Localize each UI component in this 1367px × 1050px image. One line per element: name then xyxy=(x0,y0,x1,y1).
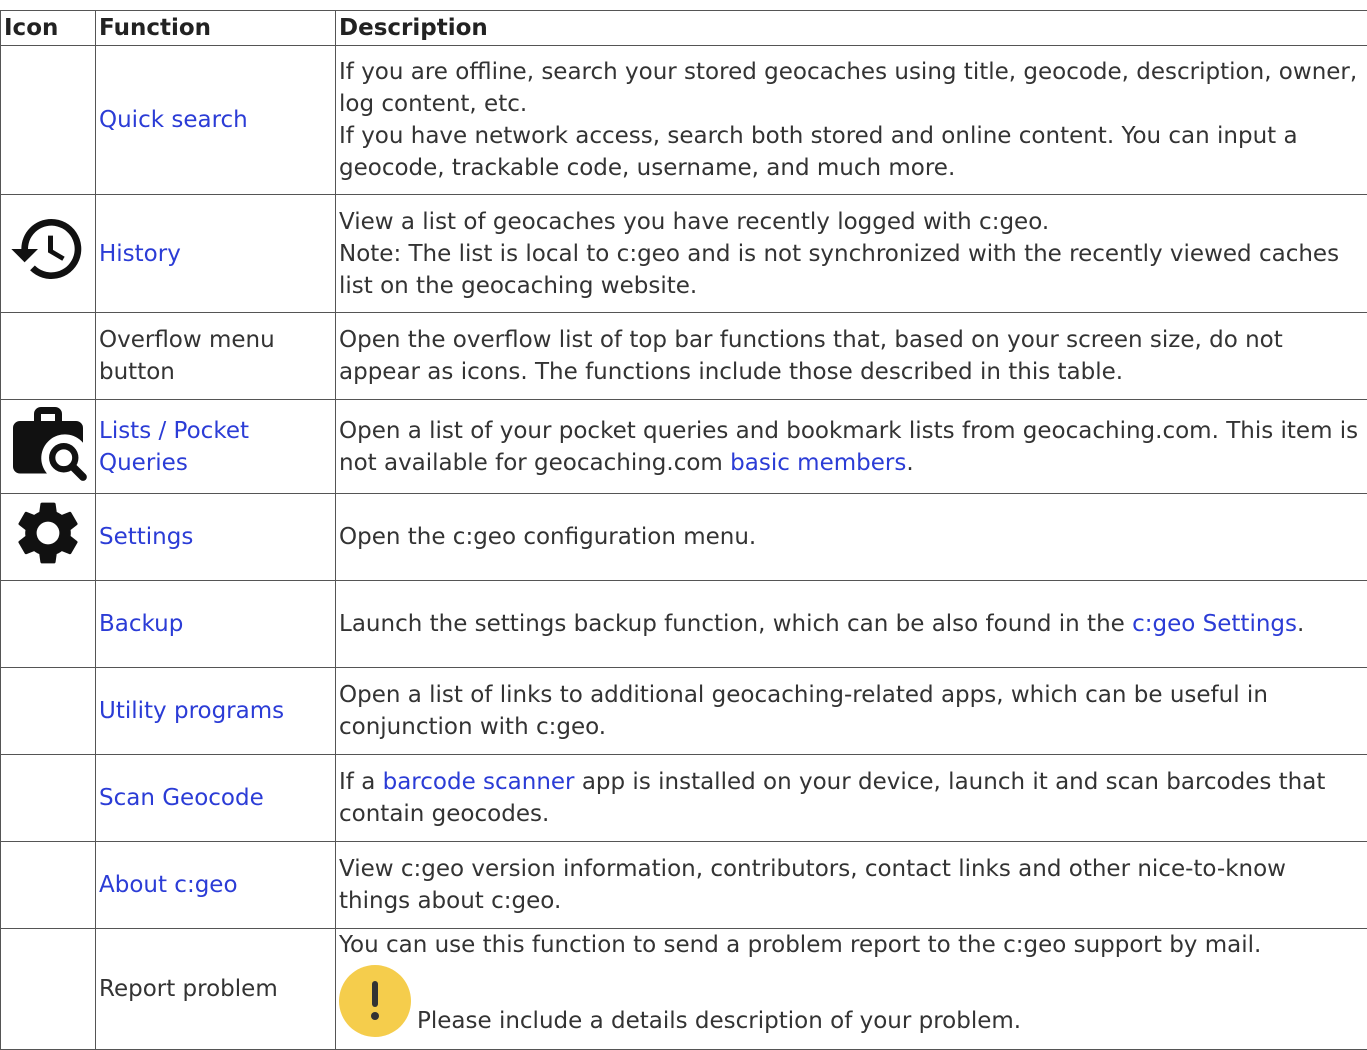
description-line: Note: The list is local to c:geo and is … xyxy=(339,238,1364,302)
icon-cell xyxy=(1,46,96,195)
function-cell: Backup xyxy=(96,581,336,668)
description-text: Launch the settings backup function, whi… xyxy=(339,611,1132,637)
function-cell: Quick search xyxy=(96,46,336,195)
table-row: Scan Geocode If a barcode scanner app is… xyxy=(1,755,1367,842)
functions-table: Icon Function Description Quick search I… xyxy=(0,10,1367,1050)
description-cell: Open the overflow list of top bar functi… xyxy=(336,313,1367,400)
table-row: Report problem You can use this function… xyxy=(1,929,1367,1050)
icon-cell xyxy=(1,400,96,494)
history-link[interactable]: History xyxy=(99,241,181,267)
description-text: . xyxy=(1297,611,1304,637)
function-cell: Scan Geocode xyxy=(96,755,336,842)
icon-cell xyxy=(1,581,96,668)
header-function: Function xyxy=(96,11,336,46)
icon-cell xyxy=(1,668,96,755)
icon-cell xyxy=(1,494,96,581)
function-cell: Utility programs xyxy=(96,668,336,755)
description-cell: Open the c:geo configuration menu. xyxy=(336,494,1367,581)
description-cell: View a list of geocaches you have recent… xyxy=(336,195,1367,313)
settings-link[interactable]: Settings xyxy=(99,524,193,550)
table-row: Settings Open the c:geo configuration me… xyxy=(1,494,1367,581)
header-description: Description xyxy=(336,11,1367,46)
table-row: Overflow menu button Open the overflow l… xyxy=(1,313,1367,400)
icon-cell xyxy=(1,195,96,313)
backup-link[interactable]: Backup xyxy=(99,611,183,637)
icon-cell xyxy=(1,929,96,1050)
table-row: Quick search If you are offline, search … xyxy=(1,46,1367,195)
description-cell: If you are offline, search your stored g… xyxy=(336,46,1367,195)
history-icon xyxy=(8,209,88,289)
table-row: About c:geo View c:geo version informati… xyxy=(1,842,1367,929)
description-cell: View c:geo version information, contribu… xyxy=(336,842,1367,929)
note: Please include a details description of … xyxy=(339,965,1364,1037)
icon-cell xyxy=(1,313,96,400)
description-cell: Open a list of links to additional geoca… xyxy=(336,668,1367,755)
function-cell: Overflow menu button xyxy=(96,313,336,400)
icon-cell xyxy=(1,755,96,842)
table-row: History View a list of geocaches you hav… xyxy=(1,195,1367,313)
description-cell: Launch the settings backup function, whi… xyxy=(336,581,1367,668)
barcode-scanner-link[interactable]: barcode scanner xyxy=(383,769,575,795)
about-cgeo-link[interactable]: About c:geo xyxy=(99,872,238,898)
description-text: . xyxy=(906,450,913,476)
table-row: Backup Launch the settings backup functi… xyxy=(1,581,1367,668)
header-icon: Icon xyxy=(1,11,96,46)
basic-members-link[interactable]: basic members xyxy=(730,450,906,476)
quick-search-link[interactable]: Quick search xyxy=(99,107,248,133)
briefcase-search-icon xyxy=(6,400,90,484)
exclamation-icon xyxy=(339,965,411,1037)
description-cell: If a barcode scanner app is installed on… xyxy=(336,755,1367,842)
scan-geocode-link[interactable]: Scan Geocode xyxy=(99,785,264,811)
description-line: If you are offline, search your stored g… xyxy=(339,56,1364,120)
table-row: Utility programs Open a list of links to… xyxy=(1,668,1367,755)
description-text: If a xyxy=(339,769,383,795)
description-line: If you have network access, search both … xyxy=(339,120,1364,184)
function-cell: History xyxy=(96,195,336,313)
lists-pocket-queries-link[interactable]: Lists / Pocket Queries xyxy=(99,418,249,476)
note-text: Please include a details description of … xyxy=(417,1005,1021,1037)
description-cell: You can use this function to send a prob… xyxy=(336,929,1367,1050)
table-row: Lists / Pocket Queries Open a list of yo… xyxy=(1,400,1367,494)
description-line: View a list of geocaches you have recent… xyxy=(339,206,1364,238)
cgeo-settings-link[interactable]: c:geo Settings xyxy=(1132,611,1297,637)
function-cell: Settings xyxy=(96,494,336,581)
function-cell: About c:geo xyxy=(96,842,336,929)
table-header-row: Icon Function Description xyxy=(1,11,1367,46)
function-cell: Report problem xyxy=(96,929,336,1050)
function-cell: Lists / Pocket Queries xyxy=(96,400,336,494)
icon-cell xyxy=(1,842,96,929)
gear-icon xyxy=(10,495,86,571)
utility-programs-link[interactable]: Utility programs xyxy=(99,698,284,724)
description-line: You can use this function to send a prob… xyxy=(339,929,1364,961)
description-cell: Open a list of your pocket queries and b… xyxy=(336,400,1367,494)
